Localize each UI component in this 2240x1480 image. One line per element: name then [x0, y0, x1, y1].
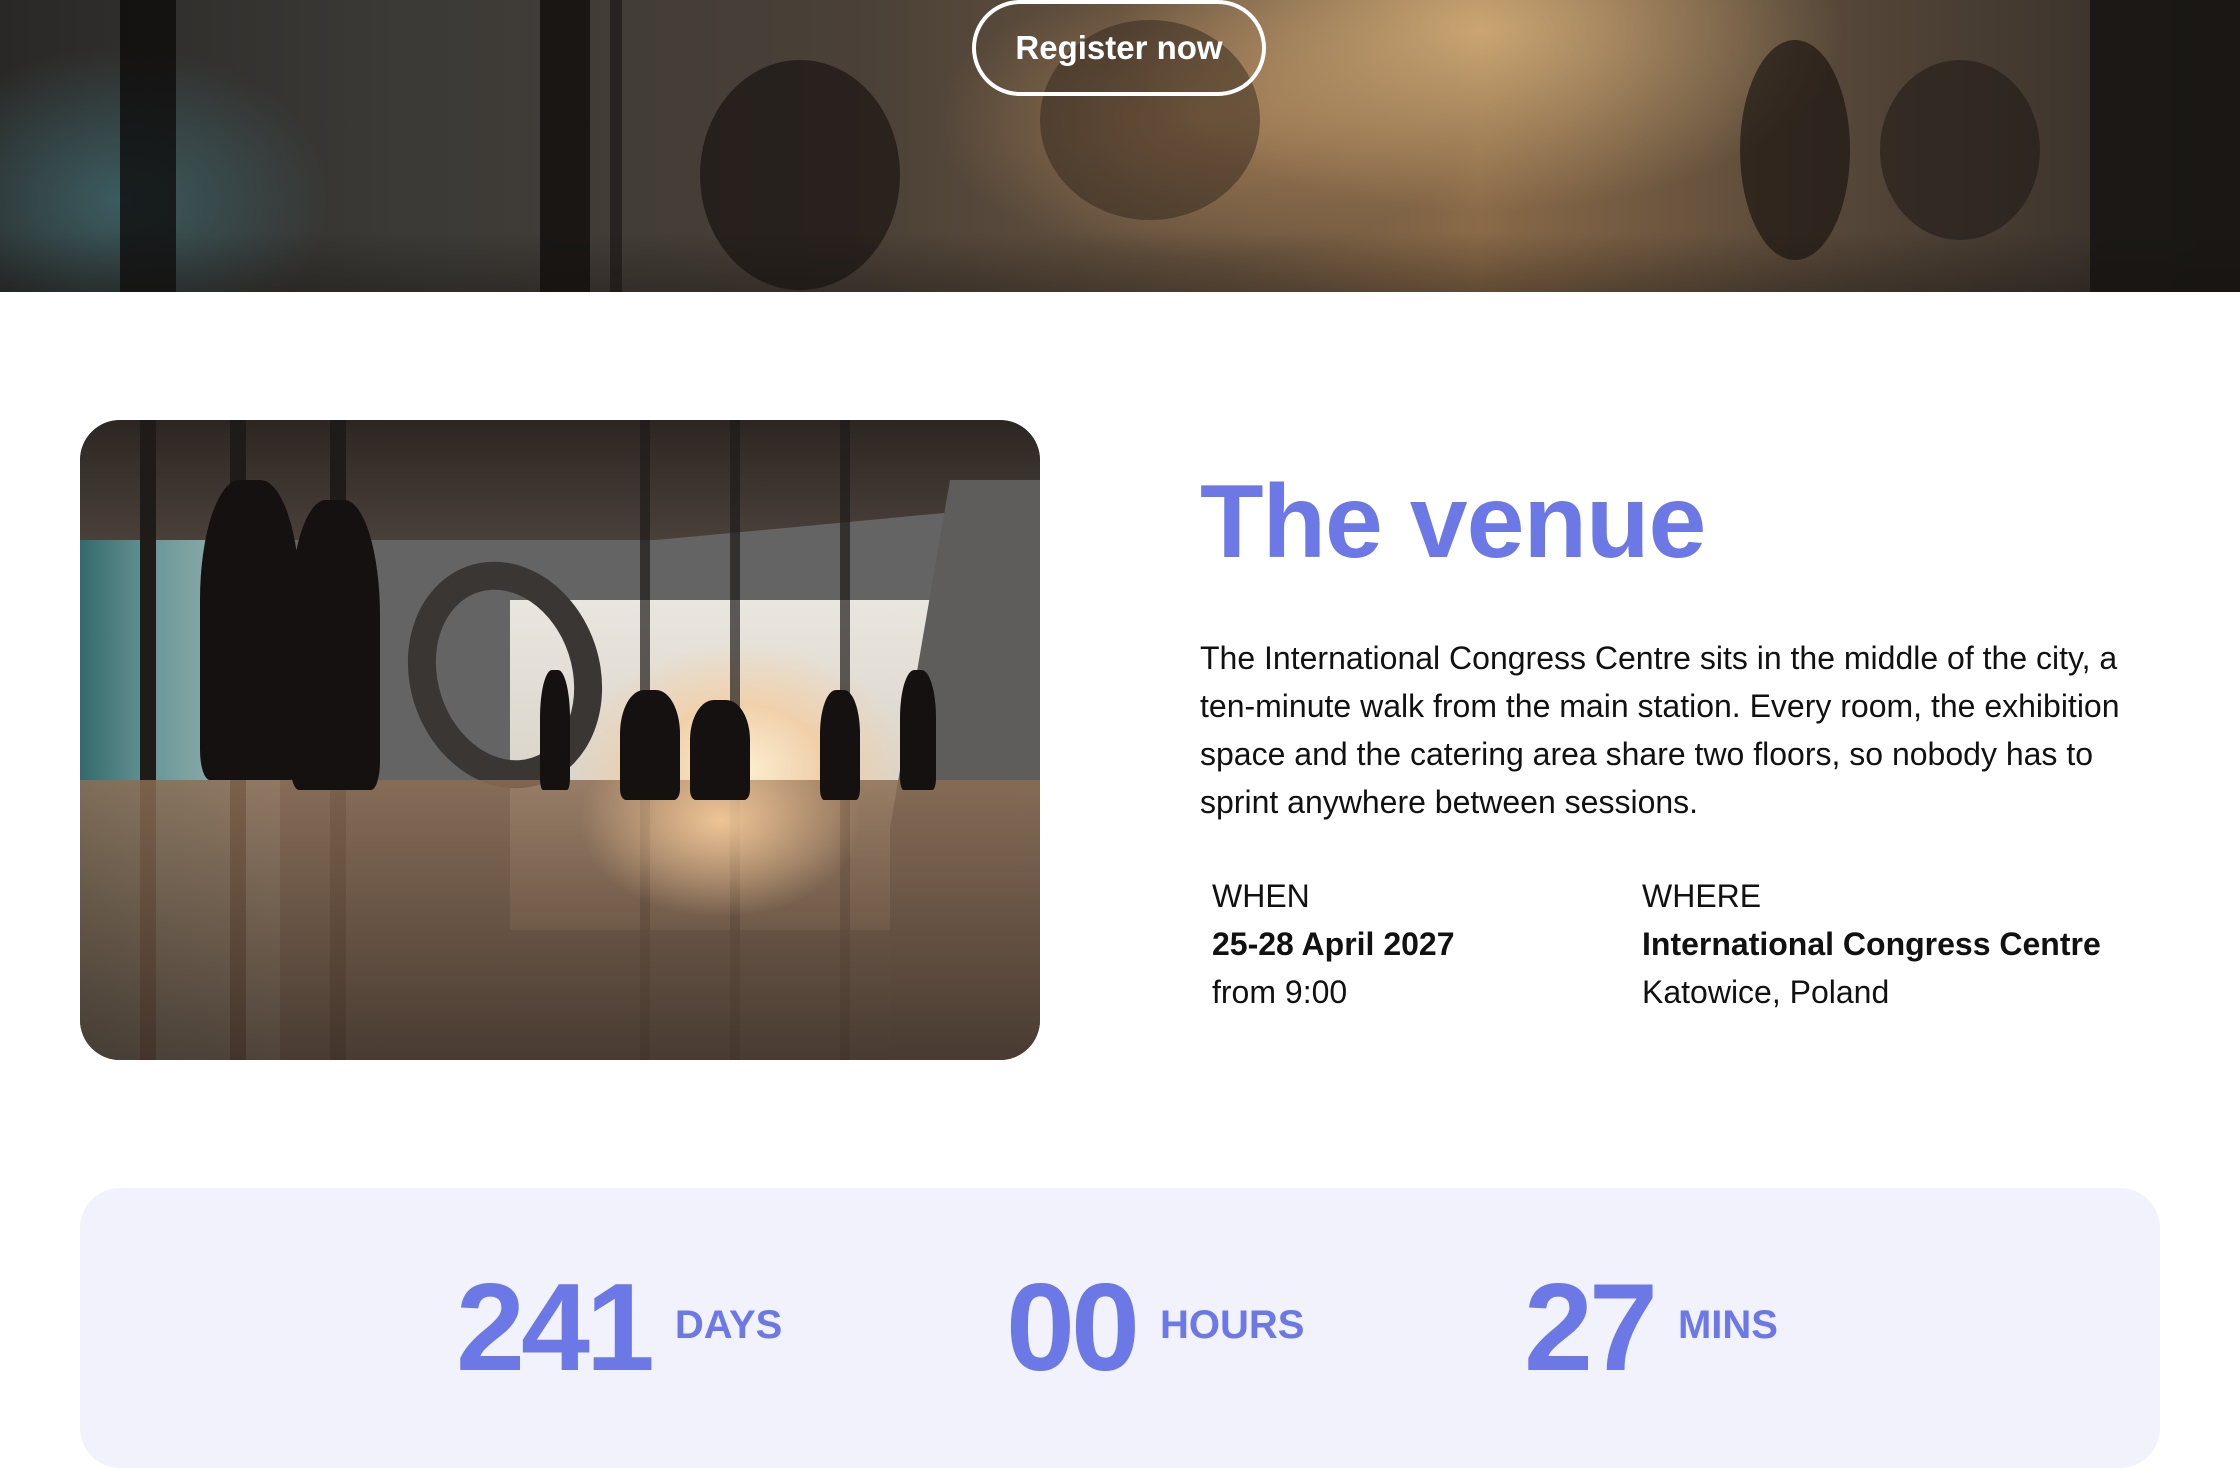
countdown-panel: 241 DAYS 00 HOURS 27 MINS: [80, 1188, 2160, 1468]
venue-photo-detail: [200, 480, 300, 780]
countdown-days-unit: DAYS: [674, 1302, 783, 1347]
countdown-mins-value: 27: [1524, 1259, 1658, 1397]
register-now-button[interactable]: Register now: [972, 0, 1266, 96]
event-start-time: from 9:00: [1212, 974, 1348, 1010]
venue-name: International Congress Centre: [1642, 926, 2101, 962]
countdown-hours: 00 HOURS: [1006, 1188, 1304, 1468]
hero-background-detail: [1880, 60, 2040, 240]
countdown-days: 241 DAYS: [456, 1188, 782, 1468]
countdown-mins: 27 MINS: [1524, 1188, 1778, 1468]
hero-background-detail: [0, 232, 2240, 292]
countdown-hours-unit: HOURS: [1159, 1302, 1305, 1347]
countdown-days-value: 241: [456, 1259, 655, 1397]
venue-photo-detail: [540, 670, 570, 790]
venue-photo-detail: [820, 690, 860, 800]
event-dates: 25-28 April 2027: [1212, 926, 1455, 962]
venue-photo-detail: [290, 500, 380, 790]
venue-photo-detail: [80, 780, 1040, 1060]
hero-banner: Register now: [0, 0, 2240, 292]
hero-background-detail: [1740, 40, 1850, 260]
venue-photo-detail: [900, 670, 936, 790]
venue-title: The venue: [1200, 464, 1706, 580]
countdown-mins-unit: MINS: [1677, 1302, 1778, 1347]
venue-photo-detail: [690, 700, 750, 800]
countdown-hours-value: 00: [1006, 1259, 1140, 1397]
where-info: WHERE International Congress Centre Kato…: [1642, 872, 2202, 1016]
venue-photo: [80, 420, 1040, 1060]
venue-photo-detail: [620, 690, 680, 800]
when-info: WHEN 25-28 April 2027 from 9:00: [1212, 872, 1592, 1016]
when-label: WHEN: [1212, 878, 1310, 914]
venue-location: Katowice, Poland: [1642, 974, 1890, 1010]
venue-description: The International Congress Centre sits i…: [1200, 640, 2120, 820]
where-label: WHERE: [1642, 878, 1762, 914]
